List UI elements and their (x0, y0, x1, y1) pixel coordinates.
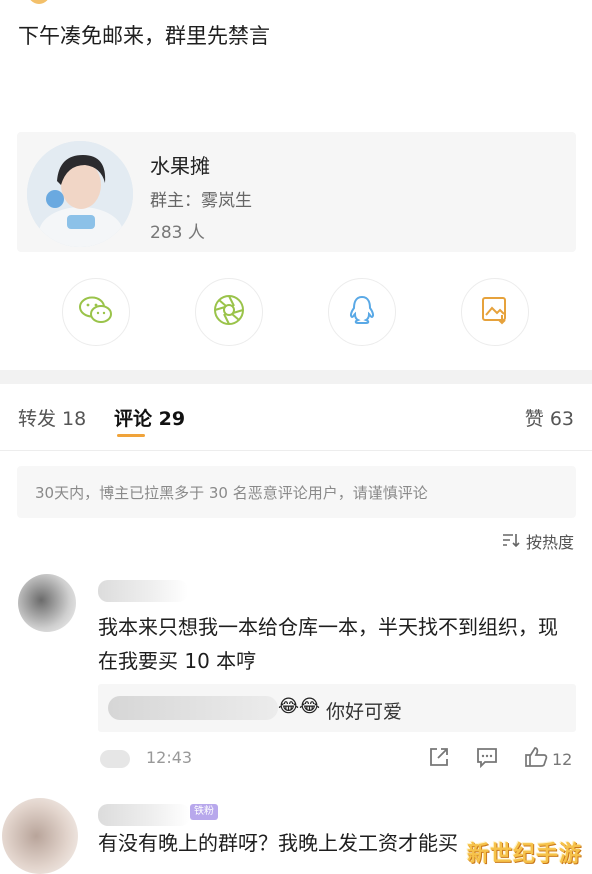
comment-text: 我本来只想我一本给仓库一本，半天找不到组织，现在我要买 10 本哼 (98, 615, 558, 673)
share-icon (428, 746, 450, 772)
commenter-name-blurred[interactable] (98, 804, 190, 826)
reply-text: 你好可爱 (326, 701, 403, 723)
group-member-count: 283 人 (150, 223, 205, 243)
group-owner: 群主：雾岚生 (150, 191, 252, 211)
reply-author-blurred (108, 696, 278, 720)
watermark: 新世纪手游 (466, 842, 582, 867)
thumbs-up-icon (524, 746, 548, 772)
feed-tabs: 转发 18 评论 29 赞 63 (0, 384, 592, 450)
commenter-avatar[interactable] (2, 798, 78, 874)
comment-time: 12:43 (146, 748, 193, 767)
group-card[interactable]: 水果摊 群主：雾岚生 283 人 (17, 132, 576, 252)
tab-comments[interactable]: 评论 29 (114, 404, 185, 431)
reply-comment-button[interactable] (476, 746, 498, 772)
emoji-icon (28, 0, 50, 4)
commenter-avatar[interactable] (18, 574, 76, 632)
group-name: 水果摊 (150, 154, 210, 178)
wechat-icon (78, 295, 114, 329)
notice-text: 30天内，博主已拉黑多于 30 名恶意评论用户，请谨慎评论 (35, 484, 428, 502)
comment-icon (476, 746, 498, 772)
repost-comment-button[interactable] (428, 746, 450, 772)
section-divider (0, 370, 592, 384)
share-qq-button[interactable] (328, 278, 396, 346)
tab-repost[interactable]: 转发 18 (18, 404, 86, 431)
group-avatar (27, 141, 133, 247)
share-wechat-button[interactable] (62, 278, 130, 346)
like-comment-button[interactable]: 12 (524, 746, 572, 772)
laugh-cry-emoji-icon: 😂😂 (278, 696, 321, 717)
tab-likes[interactable]: 赞 63 (525, 404, 574, 431)
comment-notice: 30天内，博主已拉黑多于 30 名恶意评论用户，请谨慎评论 (17, 466, 576, 518)
fan-badge: 铁粉 (190, 804, 218, 820)
sort-label: 按热度 (525, 533, 574, 552)
post-text: 下午凑免邮来，群里先禁言 (18, 24, 270, 48)
comment-date-blurred (100, 750, 130, 768)
like-count: 12 (552, 749, 573, 769)
share-moments-button[interactable] (195, 278, 263, 346)
save-image-button[interactable] (461, 278, 529, 346)
qq-icon (348, 294, 376, 330)
sort-by-hot-button[interactable]: 按热度 (502, 530, 574, 552)
moments-icon (212, 293, 246, 331)
commenter-name-blurred[interactable] (98, 580, 188, 602)
tabs-divider (0, 450, 592, 451)
share-row (0, 278, 592, 354)
save-image-icon (480, 295, 510, 329)
sort-icon (502, 532, 520, 551)
reply-box[interactable]: 😂😂 你好可爱 (98, 684, 576, 732)
active-tab-indicator (117, 434, 145, 437)
